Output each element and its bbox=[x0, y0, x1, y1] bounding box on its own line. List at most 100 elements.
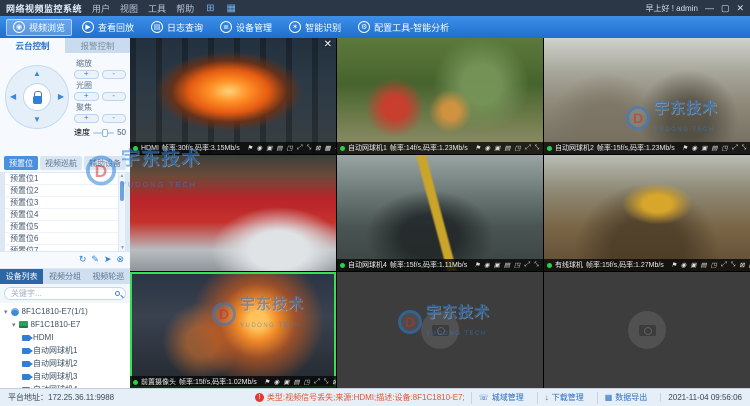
ptz-lock-button[interactable] bbox=[23, 83, 51, 111]
focus-minus-button[interactable]: - bbox=[102, 114, 127, 123]
list-item[interactable]: 预置位1 bbox=[5, 173, 125, 185]
video-cell-dome2[interactable]: 自动网球机2 帧率:15f/s,码率:1.23Mb/s ⚑◉▣▤◳⤢⤡⊠▦◁☏ bbox=[544, 38, 750, 154]
list-item[interactable]: 预置位4 bbox=[5, 209, 125, 221]
tab-video-patrol[interactable]: 视频轮巡 bbox=[87, 269, 130, 284]
list-item[interactable]: 预置位6 bbox=[5, 233, 125, 245]
video-cell-dome4[interactable]: 自动网球机4 帧率:15f/s,码率:1.11Mb/s ⚑◉▣▤◳⤢⤡⊠▦◁☏ bbox=[337, 155, 543, 271]
minimize-icon[interactable]: — bbox=[705, 4, 714, 13]
data-export-link[interactable]: ▦ 数据导出 bbox=[597, 392, 655, 404]
close-stream-icon[interactable]: ⊠ bbox=[739, 261, 744, 269]
zoom-in-icon[interactable]: ⤢ bbox=[721, 261, 726, 269]
snapshot-icon[interactable]: ▣ bbox=[494, 144, 500, 152]
city-manage-link[interactable]: ☏ 城域管理 bbox=[471, 392, 531, 404]
alert-message[interactable]: ! 类型:视频信号丢失;来源:HDMI;描述:设备:8F1C1810-E7; bbox=[255, 392, 465, 403]
record-icon[interactable]: ◉ bbox=[484, 261, 490, 269]
menu-help[interactable]: 帮助 bbox=[176, 2, 194, 15]
close-video-icon[interactable]: ✕ bbox=[324, 39, 332, 50]
audio-icon[interactable]: ◁ bbox=[335, 144, 336, 152]
video-cell-front-camera[interactable]: 前置摄像头 帧率:15f/s,码率:1.02Mb/s ⚑◉▣▤◳⤢⤡⊠▦◁☏ bbox=[130, 272, 336, 388]
close-stream-icon[interactable]: ⊠ bbox=[315, 144, 320, 152]
video-cell-wired[interactable]: 有线球机 帧率:15f/s,码率:1.27Mb/s ⚑◉▣▤◳⤢⤡⊠▦◁☏ bbox=[544, 155, 750, 271]
alarm-flag-icon[interactable]: ⚑ bbox=[264, 378, 270, 386]
stream-icon[interactable]: ◳ bbox=[304, 378, 310, 386]
scroll-up-icon[interactable]: ▲ bbox=[119, 173, 125, 179]
speed-slider[interactable] bbox=[93, 132, 114, 134]
video-cell-empty-1[interactable] bbox=[337, 272, 543, 388]
download-manage-link[interactable]: ↓ 下载管理 bbox=[537, 392, 591, 404]
snapshot-icon[interactable]: ▣ bbox=[266, 144, 272, 152]
layout-grid-icon[interactable]: ⊞ bbox=[206, 3, 214, 14]
menu-user[interactable]: 用户 bbox=[92, 2, 110, 15]
close-stream-icon[interactable]: ⊠ bbox=[332, 378, 336, 386]
stream-icon[interactable]: ◳ bbox=[514, 261, 520, 269]
playback-icon[interactable]: ▤ bbox=[504, 144, 510, 152]
zoom-minus-button[interactable]: - bbox=[102, 70, 127, 79]
tab-device-list[interactable]: 设备列表 bbox=[0, 269, 43, 284]
playback-icon[interactable]: ▤ bbox=[700, 261, 706, 269]
tree-node-root[interactable]: ▾ 8F1C1810-E7(1/1) bbox=[0, 305, 130, 318]
record-icon[interactable]: ◉ bbox=[257, 144, 263, 152]
zoom-in-icon[interactable]: ⤢ bbox=[525, 144, 530, 152]
tree-node-device[interactable]: ▾ 8F1C1810-E7 bbox=[0, 318, 130, 331]
ptz-right-icon[interactable]: ▶ bbox=[58, 93, 64, 101]
tab-video-cruise[interactable]: 视频巡航 bbox=[40, 156, 82, 170]
playback-icon[interactable]: ▤ bbox=[711, 144, 717, 152]
stream-icon[interactable]: ◳ bbox=[515, 144, 521, 152]
speed-slider-thumb[interactable] bbox=[102, 129, 108, 137]
chevron-down-icon[interactable]: ▾ bbox=[12, 321, 16, 329]
playback-icon[interactable]: ▤ bbox=[504, 261, 510, 269]
iris-minus-button[interactable]: - bbox=[102, 92, 127, 101]
alarm-flag-icon[interactable]: ⚑ bbox=[671, 261, 677, 269]
list-item[interactable]: 预置位2 bbox=[5, 185, 125, 197]
log-query-button[interactable]: ▤ 日志查询 bbox=[144, 19, 210, 36]
alarm-flag-icon[interactable]: ⚑ bbox=[474, 261, 480, 269]
playback-icon[interactable]: ▤ bbox=[293, 378, 299, 386]
goto-preset-icon[interactable]: ➤ bbox=[104, 254, 112, 265]
snapshot-icon[interactable]: ▣ bbox=[494, 261, 500, 269]
record-icon[interactable]: ◉ bbox=[681, 261, 687, 269]
stream-icon[interactable]: ◳ bbox=[722, 144, 728, 152]
tab-presets[interactable]: 预置位 bbox=[4, 156, 38, 170]
list-item[interactable]: 预置位7 bbox=[5, 245, 125, 252]
snapshot-icon[interactable]: ▣ bbox=[283, 378, 289, 386]
tab-aux-device[interactable]: 辅助设备 bbox=[84, 156, 126, 170]
video-cell-dome1[interactable]: 自动网球机1 帧率:14f/s,码率:1.23Mb/s ⚑◉▣▤◳⤢⤡⊠▦◁☏ bbox=[337, 38, 543, 154]
zoom-out-icon[interactable]: ⤡ bbox=[534, 144, 539, 152]
iris-plus-button[interactable]: + bbox=[74, 92, 99, 101]
delete-preset-icon[interactable]: ⊗ bbox=[116, 254, 124, 265]
zoom-in-icon[interactable]: ⤢ bbox=[314, 378, 319, 386]
layout-split-icon[interactable]: ▦ bbox=[226, 3, 235, 14]
zoom-out-icon[interactable]: ⤡ bbox=[533, 261, 538, 269]
layout-icon[interactable]: ▦ bbox=[325, 144, 331, 152]
snapshot-icon[interactable]: ▣ bbox=[701, 144, 707, 152]
playback-icon[interactable]: ▤ bbox=[276, 144, 282, 152]
alarm-flag-icon[interactable]: ⚑ bbox=[682, 144, 688, 152]
ptz-down-icon[interactable]: ▼ bbox=[33, 116, 41, 124]
chevron-down-icon[interactable]: ▾ bbox=[4, 308, 8, 316]
menu-tools[interactable]: 工具 bbox=[148, 2, 166, 15]
preset-scrollbar[interactable]: ▲ ▼ bbox=[118, 173, 125, 251]
device-manage-button[interactable]: ≣ 设备管理 bbox=[213, 19, 279, 36]
ptz-left-icon[interactable]: ◀ bbox=[10, 93, 16, 101]
tab-ptz-control[interactable]: 云台控制 bbox=[0, 38, 65, 53]
close-icon[interactable]: ✕ bbox=[736, 4, 744, 13]
refresh-preset-icon[interactable]: ↻ bbox=[79, 254, 87, 265]
menu-view[interactable]: 视图 bbox=[120, 2, 138, 15]
zoom-in-icon[interactable]: ⤢ bbox=[732, 144, 737, 152]
stream-icon[interactable]: ◳ bbox=[287, 144, 293, 152]
record-icon[interactable]: ◉ bbox=[692, 144, 698, 152]
tree-channel-dome2[interactable]: 自动网球机2 bbox=[0, 357, 130, 370]
focus-plus-button[interactable]: + bbox=[74, 114, 99, 123]
config-tools-button[interactable]: ⚙ 配置工具-智能分析 bbox=[351, 19, 456, 36]
zoom-in-icon[interactable]: ⤢ bbox=[524, 261, 529, 269]
search-icon[interactable] bbox=[115, 291, 120, 296]
scroll-down-icon[interactable]: ▼ bbox=[120, 245, 125, 251]
video-cell-hdmi[interactable]: ✕ HDMI 帧率:30f/s,码率:3.15Mb/s ⚑◉▣▤◳⤢⤡⊠▦◁☏ bbox=[130, 38, 336, 154]
video-cell-dome3[interactable] bbox=[130, 155, 336, 271]
tree-channel-hdmi[interactable]: HDMI bbox=[0, 331, 130, 344]
tab-video-groups[interactable]: 视频分组 bbox=[43, 269, 86, 284]
stream-icon[interactable]: ◳ bbox=[711, 261, 717, 269]
search-box[interactable] bbox=[4, 287, 126, 300]
zoom-out-icon[interactable]: ⤡ bbox=[741, 144, 746, 152]
video-cell-empty-2[interactable] bbox=[544, 272, 750, 388]
